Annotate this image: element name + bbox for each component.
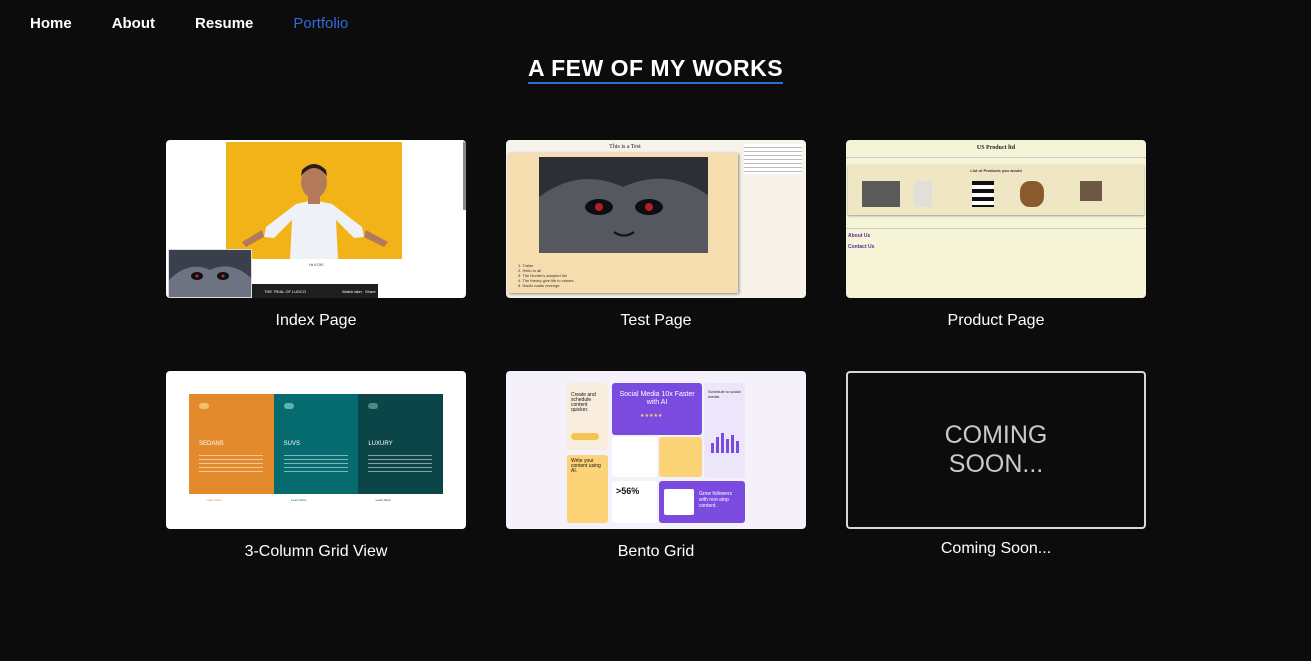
test-sidebar-text — [744, 144, 802, 174]
product-strip: List of Products you would — [848, 165, 1144, 215]
test-page-thumbnail[interactable]: This is a Test 1. Trailer 2. Hello to al… — [506, 140, 806, 298]
grid-columns: SEDANS Learn More SUVS Learn More LUXURY… — [189, 394, 444, 505]
column-luxury: LUXURY Learn More — [358, 394, 444, 505]
nav-about[interactable]: About — [112, 15, 155, 32]
column-text — [368, 452, 433, 474]
column-title: SUVS — [283, 441, 301, 447]
coming-soon-text: COMING SOON... — [944, 421, 1048, 478]
work-caption[interactable]: Index Page — [166, 312, 466, 330]
column-text — [199, 452, 263, 474]
index-page-thumbnail[interactable]: Ya KOKI THE TRIAL OF LUDCO Watch later S… — [166, 140, 466, 298]
scrollbar[interactable] — [463, 142, 466, 210]
divider — [846, 228, 1146, 229]
video-title: THE TRIAL OF LUDCO — [264, 289, 307, 294]
product-preview-title: US Product ltd — [976, 145, 1016, 151]
grid-thumbnail[interactable]: SEDANS Learn More SUVS Learn More LUXURY… — [166, 371, 466, 529]
work-card-bento[interactable]: Create and schedule content quicker. Soc… — [506, 371, 806, 561]
bento-pill — [571, 433, 599, 440]
work-caption[interactable]: 3-Column Grid View — [166, 543, 466, 561]
bento-tile: Create and schedule content quicker. — [567, 383, 608, 450]
contact-link[interactable]: Contact Us — [848, 244, 874, 250]
anime-art — [539, 157, 708, 253]
bar-graphic — [711, 433, 739, 453]
product-image — [1080, 181, 1102, 201]
video-bar[interactable]: THE TRIAL OF LUDCO Watch later Share — [252, 284, 378, 298]
bento-write-text: Write your content using AI. — [571, 458, 601, 474]
bento-tile: Write your content using AI. — [567, 455, 608, 523]
work-caption[interactable]: Bento Grid — [506, 543, 806, 561]
learn-more-button[interactable]: Learn More — [199, 496, 229, 505]
anime-thumbnail — [168, 249, 252, 298]
column-text — [283, 452, 348, 474]
bento-tile: Grow followers with non-stop content. — [659, 481, 745, 523]
work-card-product[interactable]: US Product ltd List of Products you woul… — [846, 140, 1146, 330]
about-link[interactable]: About Us — [848, 233, 870, 239]
product-subtitle: List of Products you would — [970, 168, 1022, 173]
share[interactable]: Share — [365, 289, 376, 294]
main-nav: Home About Resume Portfolio — [30, 15, 388, 32]
column-suvs: SUVS Learn More — [273, 394, 359, 505]
page-title: A FEW OF MY WORKS — [0, 55, 1311, 84]
work-caption[interactable]: Product Page — [846, 312, 1146, 330]
product-page-thumbnail[interactable]: US Product ltd List of Products you woul… — [846, 140, 1146, 298]
learn-more-button[interactable]: Learn More — [368, 496, 399, 505]
car-icon — [199, 403, 209, 409]
nav-home[interactable]: Home — [30, 15, 72, 32]
work-card-coming-soon[interactable]: COMING SOON... Coming Soon... — [846, 371, 1146, 558]
work-caption[interactable]: Coming Soon... — [846, 540, 1146, 558]
bento-tile: >56% — [612, 481, 657, 523]
product-image — [972, 181, 994, 207]
work-caption[interactable]: Test Page — [506, 312, 806, 330]
rating-stars: ★★★★★ — [640, 413, 663, 419]
bento-thumbnail[interactable]: Create and schedule content quicker. Soc… — [506, 371, 806, 529]
watch-later[interactable]: Watch later — [342, 289, 362, 294]
bento-tile-headline: Social Media 10x Faster with AI ★★★★★ — [612, 383, 702, 435]
coming-soon-placeholder: COMING SOON... — [846, 371, 1146, 529]
product-image — [1020, 181, 1044, 207]
bento-stat: >56% — [616, 486, 640, 496]
bento-headline: Social Media 10x Faster with AI — [619, 391, 695, 406]
anime-art — [169, 250, 251, 297]
nav-portfolio[interactable]: Portfolio — [293, 15, 348, 32]
column-title: LUXURY — [368, 441, 393, 447]
work-card-index[interactable]: Ya KOKI THE TRIAL OF LUDCO Watch later S… — [166, 140, 466, 330]
test-list: 1. Trailer 2. Hello to all 3. The Hunter… — [518, 263, 574, 288]
bento-schedule-text: Schedule to social media. — [708, 389, 741, 399]
test-list-item: 5. Radio roads revenge — [518, 283, 560, 288]
bento-tile: Schedule to social media. — [704, 383, 745, 478]
product-image — [914, 181, 932, 207]
page-title-text: A FEW OF MY WORKS — [527, 55, 784, 84]
test-content-box: 1. Trailer 2. Hello to all 3. The Hunter… — [508, 153, 738, 293]
column-sedans: SEDANS Learn More — [189, 394, 274, 505]
nav-resume[interactable]: Resume — [195, 15, 253, 32]
bento-chart-card — [664, 489, 694, 515]
divider — [846, 157, 1146, 158]
car-icon — [368, 403, 379, 409]
learn-more-button[interactable]: Learn More — [283, 496, 314, 505]
test-preview-title: This is a Test — [609, 144, 641, 150]
car-icon — [283, 403, 294, 409]
product-image — [862, 181, 900, 207]
bento-create-text: Create and schedule content quicker. — [571, 392, 596, 413]
bento-tile — [612, 437, 657, 477]
work-card-test[interactable]: This is a Test 1. Trailer 2. Hello to al… — [506, 140, 806, 330]
bento-followers-text: Grow followers with non-stop content. — [699, 491, 733, 509]
bento-tile — [659, 437, 702, 477]
work-card-grid[interactable]: SEDANS Learn More SUVS Learn More LUXURY… — [166, 371, 466, 561]
column-title: SEDANS — [199, 441, 224, 447]
player-photo — [242, 164, 388, 259]
